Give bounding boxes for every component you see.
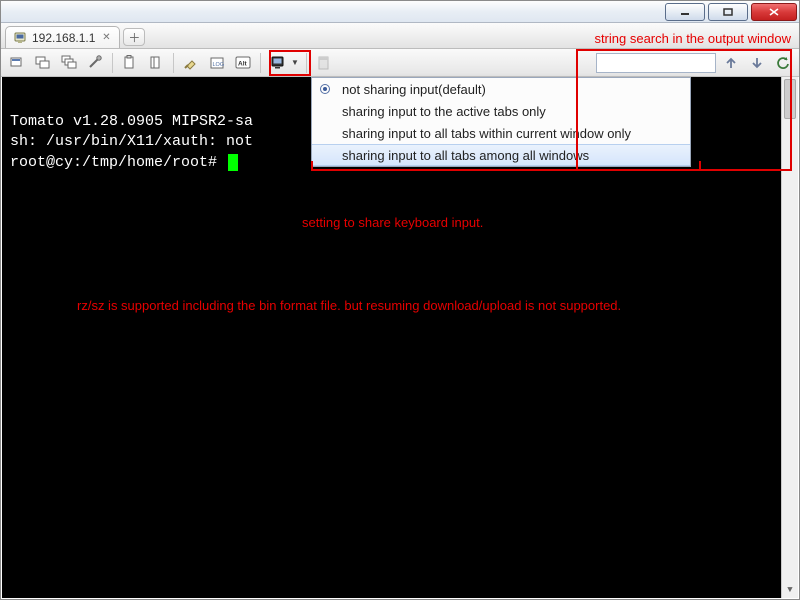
- sftp-button[interactable]: [313, 52, 335, 74]
- download-button[interactable]: [746, 52, 768, 74]
- plus-icon: ＋: [128, 29, 140, 46]
- annotation-search: string search in the output window: [594, 31, 791, 46]
- annotation-rzsz: rz/sz is supported including the bin for…: [77, 297, 788, 315]
- tab-session[interactable]: 192.168.1.1 ✕: [5, 26, 120, 48]
- settings-button[interactable]: [84, 52, 106, 74]
- minimize-button[interactable]: [665, 3, 705, 21]
- tab-close-icon[interactable]: ✕: [100, 32, 112, 44]
- copy-button[interactable]: [119, 52, 141, 74]
- scroll-down-arrow[interactable]: ▼: [782, 582, 798, 598]
- toolbar-separator: [173, 53, 174, 73]
- new-tab-button[interactable]: ＋: [123, 28, 145, 46]
- terminal-cursor: [228, 154, 238, 171]
- menu-item-label: sharing input to all tabs among all wind…: [342, 148, 589, 163]
- svg-text:LOG: LOG: [213, 62, 225, 68]
- toolbar-separator: [112, 53, 113, 73]
- search-input[interactable]: [596, 53, 716, 73]
- new-session-button[interactable]: [6, 52, 28, 74]
- scroll-thumb[interactable]: [784, 79, 796, 119]
- maximize-button[interactable]: [708, 3, 748, 21]
- alt-mode-button[interactable]: Alt: [232, 52, 254, 74]
- menu-item-active-tabs[interactable]: sharing input to the active tabs only: [312, 100, 690, 122]
- toolbar-separator: [260, 53, 261, 73]
- terminal-prompt: root@cy:/tmp/home/root#: [10, 154, 226, 171]
- duplicate-session-button[interactable]: [32, 52, 54, 74]
- upload-button[interactable]: [720, 52, 742, 74]
- toolbar: LOG Alt ▼: [1, 49, 799, 77]
- clear-button[interactable]: [180, 52, 202, 74]
- svg-text:Alt: Alt: [238, 60, 248, 67]
- toolbar-separator: [306, 53, 307, 73]
- menu-item-label: sharing input to all tabs within current…: [342, 126, 631, 141]
- terminal-scrollbar[interactable]: ▲ ▼: [781, 77, 798, 598]
- menu-item-label: not sharing input(default): [342, 82, 486, 97]
- log-button[interactable]: LOG: [206, 52, 228, 74]
- menu-item-all-windows[interactable]: sharing input to all tabs among all wind…: [312, 144, 690, 166]
- share-input-button[interactable]: [267, 52, 289, 74]
- share-input-dropdown-arrow[interactable]: ▼: [290, 52, 300, 74]
- paste-button[interactable]: [145, 52, 167, 74]
- menu-item-not-sharing[interactable]: not sharing input(default): [312, 78, 690, 100]
- radio-selected-icon: [320, 84, 330, 94]
- menu-item-label: sharing input to the active tabs only: [342, 104, 546, 119]
- share-input-menu: not sharing input(default) sharing input…: [311, 77, 691, 167]
- tab-label: 192.168.1.1: [32, 31, 95, 45]
- annotation-share: setting to share keyboard input.: [302, 214, 483, 232]
- cascade-button[interactable]: [58, 52, 80, 74]
- app-window: 192.168.1.1 ✕ ＋ LOG Alt ▼ T: [0, 0, 800, 600]
- refresh-button[interactable]: [772, 52, 794, 74]
- close-button[interactable]: [751, 3, 797, 21]
- putty-icon: [13, 31, 27, 45]
- window-titlebar: [1, 1, 799, 23]
- menu-item-current-window[interactable]: sharing input to all tabs within current…: [312, 122, 690, 144]
